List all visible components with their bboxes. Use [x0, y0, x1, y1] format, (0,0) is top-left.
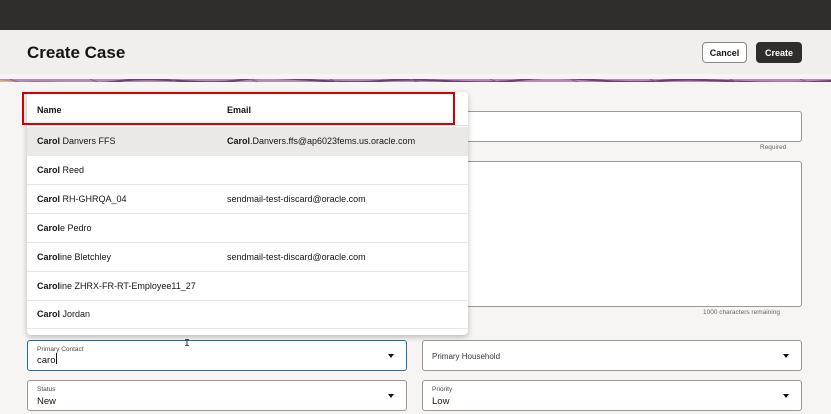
primary-household-field[interactable]: Primary Household [422, 340, 802, 371]
status-value: New [37, 396, 57, 407]
required-hint: Required [760, 144, 787, 151]
contact-name: Carol Danvers FFS [37, 136, 116, 146]
chevron-down-icon[interactable] [388, 354, 394, 358]
top-navigation-bar [0, 0, 831, 30]
cancel-button[interactable]: Cancel [702, 42, 747, 63]
dropdown-row[interactable]: Caroline ZHRX-FR-RT-Employee11_27 [27, 272, 468, 301]
status-select[interactable]: Status New [27, 380, 407, 411]
dropdown-row[interactable]: Carol Jordan [27, 300, 468, 329]
description-textarea[interactable] [422, 161, 802, 307]
contact-name: Caroline Bletchley [37, 252, 112, 262]
primary-contact-value: caro [37, 355, 56, 366]
contact-email: sendmail-test-discard@oracle.com [227, 194, 366, 204]
dropdown-row[interactable]: Carol RH-GHRQA_04 sendmail-test-discard@… [27, 185, 468, 214]
dropdown-row[interactable]: Carol Danvers FFS Carol.Danvers.ffs@ap60… [27, 127, 468, 156]
contact-name: Carol Jordan [37, 309, 91, 319]
status-label: Status [37, 386, 56, 393]
characters-remaining: 1000 characters remaining [703, 309, 780, 316]
contact-email: sendmail-test-discard@oracle.com [227, 252, 366, 262]
primary-contact-field[interactable]: Primary Contact caro [27, 340, 407, 371]
primary-household-placeholder: Primary Household [432, 352, 501, 361]
dropdown-row[interactable]: Caroline Bletchley sendmail-test-discard… [27, 243, 468, 272]
contact-name: Carol Reed [37, 165, 85, 175]
page-title: Create Case [27, 43, 126, 62]
chevron-down-icon[interactable] [783, 354, 789, 358]
dropdown-row[interactable]: Carole Pedro [27, 214, 468, 243]
priority-select[interactable]: Priority Low [422, 380, 802, 411]
decorative-banner [0, 74, 831, 82]
contact-name: Caroline ZHRX-FR-RT-Employee11_27 [37, 281, 196, 291]
chevron-down-icon[interactable] [388, 394, 394, 398]
priority-label: Priority [432, 386, 453, 393]
create-button[interactable]: Create [756, 42, 802, 63]
annotation-highlight-box [22, 92, 455, 125]
text-caret [56, 353, 57, 364]
primary-contact-label: Primary Contact [37, 346, 84, 353]
priority-value: Low [432, 396, 450, 407]
chevron-down-icon[interactable] [783, 394, 789, 398]
mouse-ibeam-icon: I [184, 338, 191, 349]
contact-name: Carole Pedro [37, 223, 92, 233]
contact-search-dropdown: Name Email Carol Danvers FFS Carol.Danve… [27, 92, 468, 335]
subject-input[interactable] [422, 111, 802, 142]
contact-name: Carol RH-GHRQA_04 [37, 194, 127, 204]
contact-email: Carol.Danvers.ffs@ap6023fems.us.oracle.c… [227, 136, 416, 146]
dropdown-row[interactable]: Carol Reed [27, 156, 468, 185]
